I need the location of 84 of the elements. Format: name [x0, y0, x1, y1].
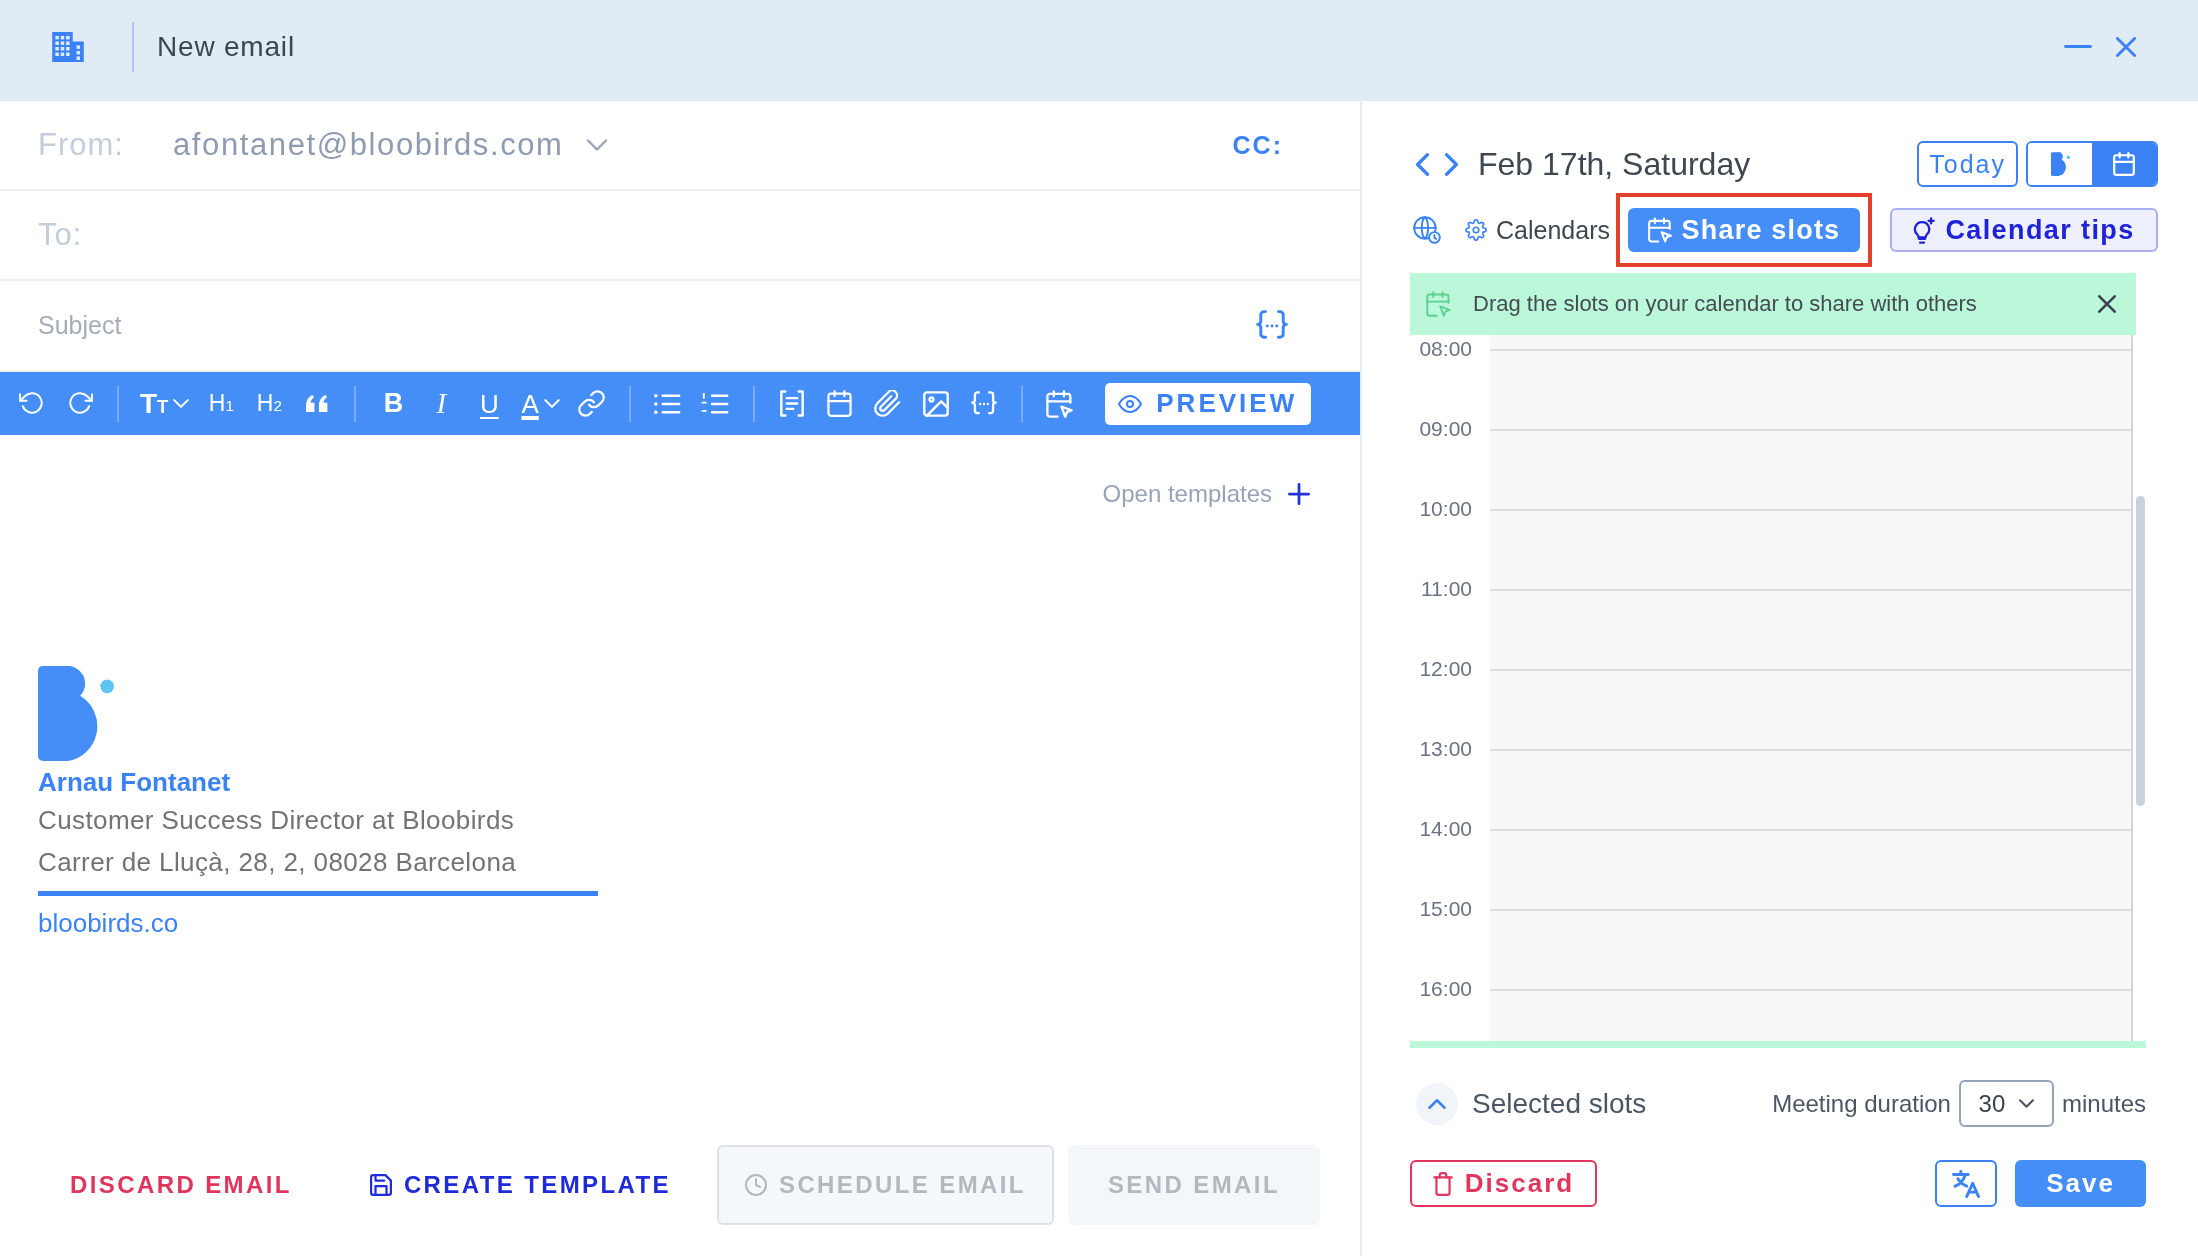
close-button[interactable] — [2116, 36, 2136, 57]
eye-icon — [1118, 394, 1143, 413]
discard-button[interactable]: Discard — [1410, 1160, 1597, 1207]
bullet-list-icon — [653, 392, 683, 415]
banner-text: Drag the slots on your calendar to share with others — [1473, 291, 1977, 317]
caret-icon — [543, 399, 560, 408]
calendars-button[interactable]: Calendars — [1465, 215, 1610, 245]
underline-button[interactable]: U — [469, 383, 510, 424]
chevron-right-icon — [1445, 152, 1458, 176]
close-icon — [2098, 295, 2116, 313]
translate-button[interactable] — [1935, 1160, 1997, 1207]
selected-slots-label: Selected slots — [1472, 1087, 1647, 1120]
signature-name: Arnau Fontanet — [38, 766, 231, 799]
logo-icon — [38, 666, 114, 761]
plus-icon — [1288, 483, 1310, 505]
chevron-left-icon — [1416, 152, 1429, 176]
hour-label: 16:00 — [1418, 977, 1473, 1001]
globe-clock-icon[interactable] — [1413, 216, 1441, 244]
numbered-list-icon — [701, 392, 731, 415]
image-icon — [922, 390, 949, 417]
save-button[interactable]: Save — [2015, 1160, 2146, 1207]
close-icon — [2116, 36, 2136, 57]
braces-icon — [970, 390, 997, 417]
document-icon — [779, 390, 804, 417]
view-toggle-button[interactable] — [2092, 143, 2156, 185]
cc-button[interactable]: CC: — [1232, 130, 1283, 160]
calendar-cursor-icon — [1046, 389, 1074, 418]
hour-label: 08:00 — [1418, 337, 1473, 361]
preview-button[interactable]: PREVIEW — [1104, 382, 1311, 425]
window-title: New email — [157, 30, 295, 63]
expand-button[interactable] — [1416, 1082, 1458, 1125]
to-label: To: — [38, 217, 84, 253]
hour-label: 12:00 — [1418, 657, 1473, 681]
hour-label: 13:00 — [1418, 737, 1473, 761]
subject-field[interactable]: Subject — [38, 297, 1236, 354]
hour-label: 09:00 — [1418, 417, 1473, 441]
calendar-cursor-icon — [1647, 217, 1672, 243]
translate-icon — [1952, 1169, 1980, 1198]
close-banner-button[interactable] — [2098, 295, 2116, 313]
from-address[interactable]: afontanet@bloobirds.com — [173, 127, 564, 163]
minimize-icon — [2064, 45, 2092, 48]
logo-icon — [2050, 152, 2070, 176]
signature-line: Customer Success Director at Bloobirds — [38, 804, 515, 837]
chevron-up-icon — [1428, 1098, 1446, 1109]
text-color-button[interactable]: A — [517, 383, 564, 424]
today-button[interactable]: Today — [1917, 141, 2018, 187]
meeting-duration-label: Meeting duration — [1772, 1089, 1951, 1118]
scrollbar-thumb[interactable] — [2136, 496, 2145, 806]
duration-select[interactable]: 30 — [1958, 1080, 2054, 1127]
create-template-button[interactable]: CREATE TEMPLATE — [337, 1145, 703, 1225]
caret-icon — [2019, 1099, 2035, 1108]
website-link[interactable]: bloobirds.co — [38, 906, 179, 940]
bold-button[interactable]: B — [373, 383, 414, 424]
minimize-button[interactable] — [2064, 45, 2092, 48]
calendar-date: Feb 17th, Saturday — [1478, 145, 1751, 183]
gear-icon — [1465, 219, 1487, 241]
caret-icon — [173, 399, 190, 408]
hour-label: 10:00 — [1418, 497, 1473, 521]
discard-email-button[interactable]: DISCARD EMAIL — [38, 1145, 324, 1225]
share-slots-button[interactable]: Share slots — [1627, 208, 1860, 252]
signature-line: Carrer de Lluçà, 28, 2, 08028 Barcelona — [38, 846, 517, 879]
paperclip-icon — [874, 390, 902, 417]
save-icon — [369, 1174, 392, 1196]
minutes-label: minutes — [2061, 1089, 2146, 1118]
redo-icon — [67, 391, 93, 416]
building-icon — [52, 31, 84, 62]
undo-icon — [19, 391, 45, 416]
italic-button[interactable]: I — [421, 383, 462, 424]
open-templates-button[interactable]: Open templates — [1102, 479, 1310, 509]
calendar-cursor-icon — [1426, 291, 1451, 317]
link-icon — [578, 390, 606, 417]
quote-icon — [306, 395, 329, 412]
calendar-icon — [827, 390, 853, 417]
hour-label: 15:00 — [1418, 897, 1473, 921]
trash-icon — [1432, 1171, 1453, 1196]
hour-label: 11:00 — [1420, 577, 1473, 601]
from-label: From: — [38, 127, 125, 163]
clock-icon — [745, 1174, 767, 1196]
calendar-tips-button[interactable]: Calendar tips — [1890, 208, 2158, 252]
hour-label: 14:00 — [1418, 817, 1473, 841]
calendar-icon — [2113, 152, 2135, 176]
braces-icon[interactable] — [1256, 309, 1288, 342]
caret-icon[interactable] — [585, 139, 608, 151]
lightbulb-icon — [1913, 216, 1936, 244]
